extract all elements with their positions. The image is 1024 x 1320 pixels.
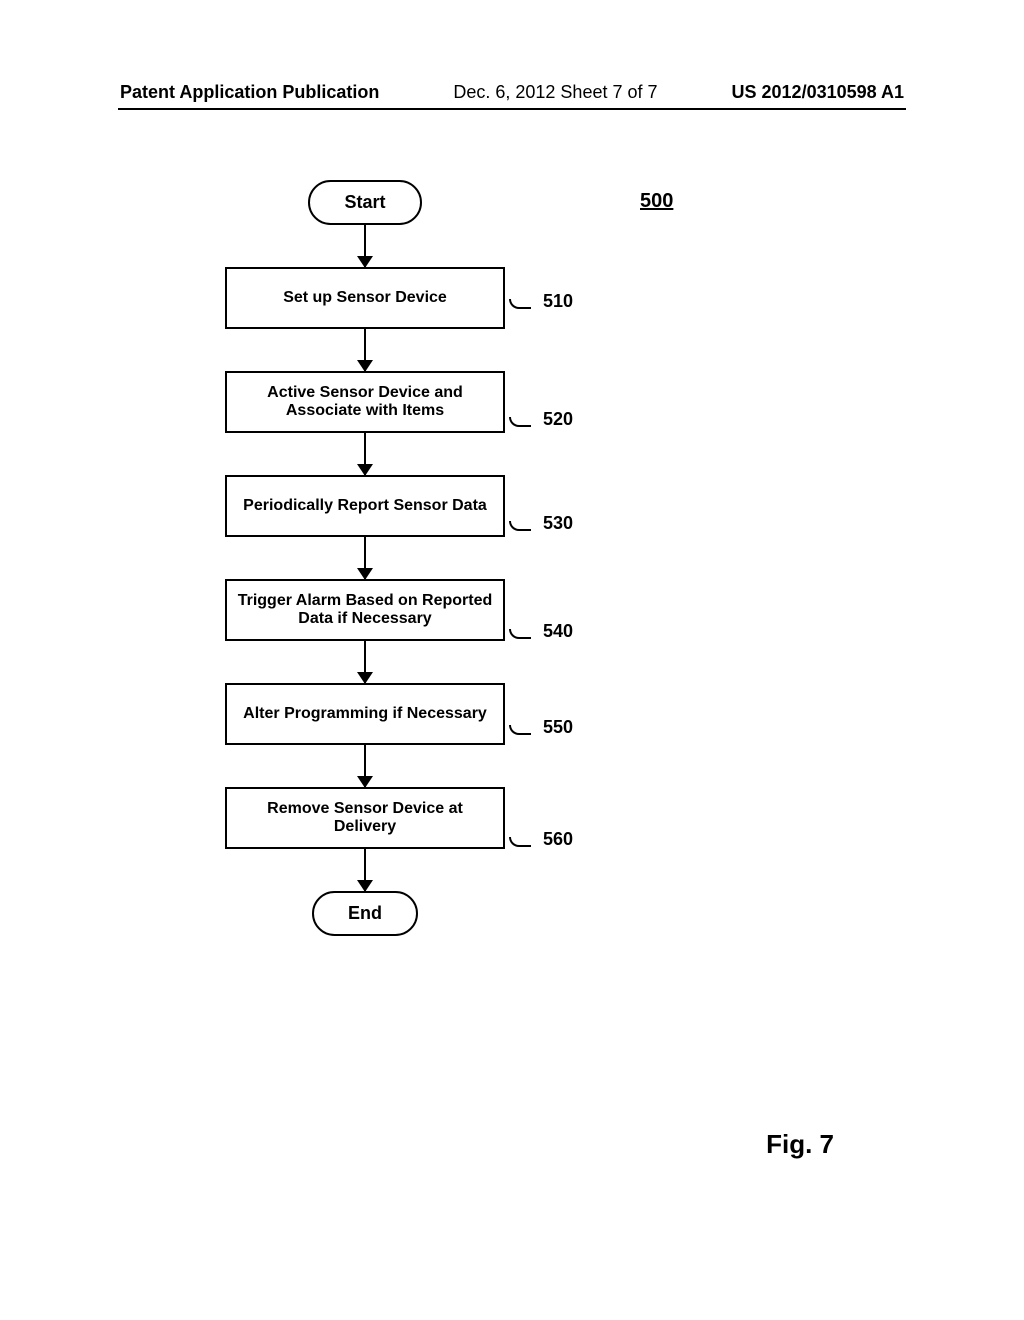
page-header: Patent Application Publication Dec. 6, 2… [0,82,1024,103]
leader-line-icon [509,299,531,309]
flowchart: Start Set up Sensor Device 510 Active Se… [190,180,540,936]
arrow-icon [364,745,366,787]
leader-line-icon [509,725,531,735]
figure-caption: Fig. 7 [766,1129,834,1160]
step-ref: 510 [543,291,573,312]
header-right: US 2012/0310598 A1 [732,82,904,103]
step-ref: 540 [543,621,573,642]
step-label: Set up Sensor Device [283,289,447,307]
step-ref: 520 [543,409,573,430]
leader-line-icon [509,521,531,531]
step-ref: 550 [543,717,573,738]
process-step-5: Alter Programming if Necessary 550 [225,683,505,745]
header-rule [118,108,906,110]
header-center: Dec. 6, 2012 Sheet 7 of 7 [453,82,657,103]
start-label: Start [344,192,385,212]
leader-line-icon [509,837,531,847]
figure-number: 500 [640,190,673,213]
end-label: End [348,903,382,923]
arrow-icon [364,537,366,579]
step-label: Remove Sensor Device at Delivery [237,800,493,836]
step-label: Periodically Report Sensor Data [243,497,487,515]
process-step-1: Set up Sensor Device 510 [225,267,505,329]
header-left: Patent Application Publication [120,82,379,103]
step-ref: 560 [543,829,573,850]
arrow-icon [364,849,366,891]
process-step-2: Active Sensor Device and Associate with … [225,371,505,433]
process-step-3: Periodically Report Sensor Data 530 [225,475,505,537]
step-label: Alter Programming if Necessary [243,705,487,723]
process-step-6: Remove Sensor Device at Delivery 560 [225,787,505,849]
end-terminator: End [312,891,418,936]
arrow-icon [364,433,366,475]
leader-line-icon [509,629,531,639]
arrow-icon [364,641,366,683]
process-step-4: Trigger Alarm Based on Reported Data if … [225,579,505,641]
arrow-icon [364,329,366,371]
start-terminator: Start [308,180,421,225]
step-label: Trigger Alarm Based on Reported Data if … [237,592,493,628]
step-label: Active Sensor Device and Associate with … [237,384,493,420]
arrow-icon [364,225,366,267]
leader-line-icon [509,417,531,427]
step-ref: 530 [543,513,573,534]
